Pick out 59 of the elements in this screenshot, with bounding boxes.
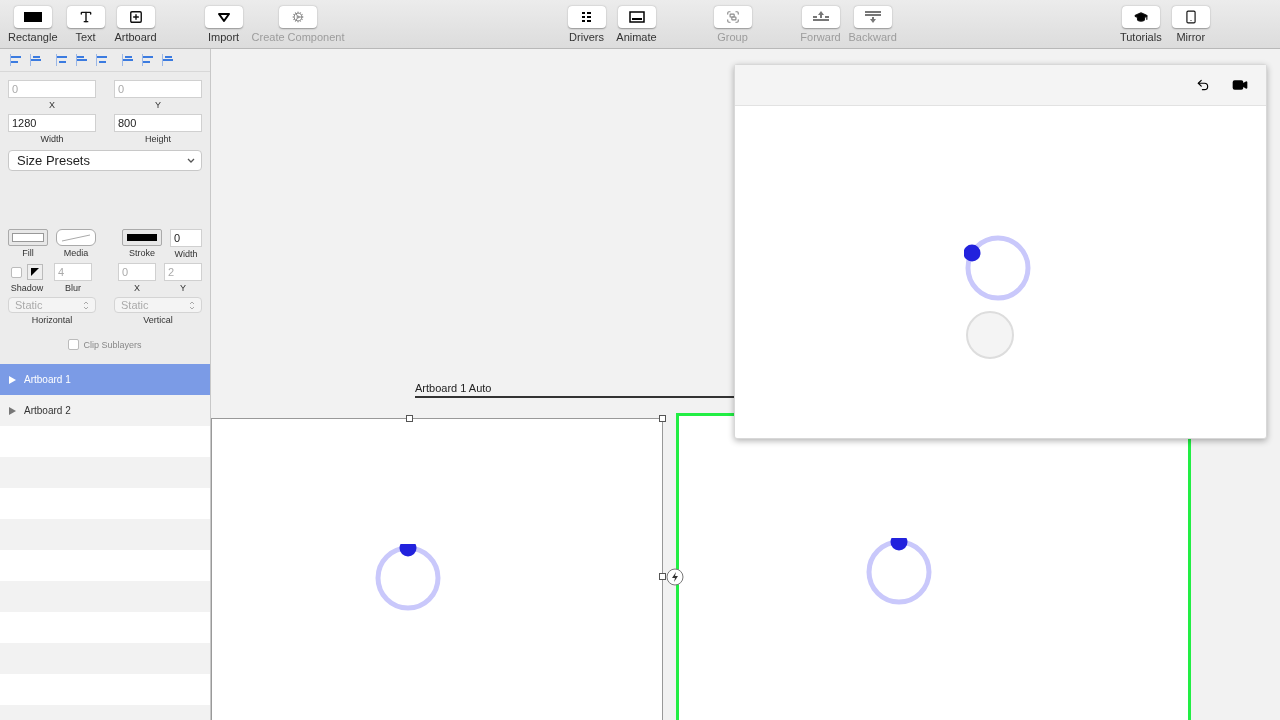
field-label: Width	[40, 134, 64, 144]
align-icon[interactable]	[162, 54, 174, 66]
send-backward-icon	[863, 11, 882, 23]
fill-swatch[interactable]	[8, 229, 48, 246]
selection-handle[interactable]	[659, 573, 666, 580]
stroke-swatch[interactable]	[122, 229, 162, 246]
clip-sublayers-checkbox[interactable]	[68, 339, 80, 350]
field-label: Height	[145, 134, 171, 144]
align-icon[interactable]	[76, 54, 88, 66]
lightning-icon[interactable]	[666, 568, 684, 586]
field-label: Media	[63, 248, 89, 258]
group-icon	[725, 10, 740, 24]
shadow-icon	[27, 264, 43, 280]
screen-icon	[628, 11, 645, 23]
field-label: Shadow	[10, 283, 44, 293]
size-presets-select[interactable]: Size Presets	[8, 150, 202, 171]
layer-name: Artboard 2	[24, 405, 71, 416]
circle-button-drawing	[964, 309, 1016, 361]
size-field[interactable]: 800	[114, 114, 202, 132]
selection-handle[interactable]	[659, 415, 666, 422]
shadow-checkbox[interactable]	[11, 266, 22, 278]
stepper-icon	[189, 300, 195, 310]
text-icon	[78, 10, 93, 24]
checkbox-label: Clip Sublayers	[83, 339, 142, 350]
size-field[interactable]: 1280	[8, 114, 96, 132]
toolbar-button[interactable]: Rectangle	[8, 6, 58, 43]
stepper-icon	[83, 300, 89, 310]
tree-icon	[580, 11, 593, 23]
undo-icon[interactable]	[1196, 78, 1210, 92]
chevron-down-icon	[187, 158, 195, 163]
rectangle-icon	[23, 12, 42, 22]
align-icon[interactable]	[30, 54, 42, 66]
phone-icon	[1183, 10, 1198, 24]
disclosure-triangle-icon[interactable]	[9, 406, 16, 415]
artboard-icon	[128, 10, 143, 24]
layer-name: Artboard 1	[24, 374, 71, 385]
field-label: X	[49, 100, 55, 110]
field-label: Fill	[22, 248, 34, 258]
disclosure-triangle-icon[interactable]	[9, 375, 16, 384]
triangle-icon	[216, 11, 231, 23]
align-icon[interactable]	[142, 54, 154, 66]
video-camera-icon[interactable]	[1232, 77, 1248, 93]
align-icon[interactable]	[56, 54, 68, 66]
stroke-width-field[interactable]: 0	[170, 229, 202, 247]
field-label: Vertical	[143, 315, 173, 325]
bring-forward-icon	[811, 11, 830, 23]
graduation-cap-icon	[1133, 10, 1148, 24]
field-label: Width	[174, 249, 198, 259]
field-label: Y	[180, 283, 186, 293]
align-icon[interactable]	[10, 54, 22, 66]
field-label: Blur	[65, 283, 81, 293]
field-label: X	[134, 283, 140, 293]
align-icon[interactable]	[96, 54, 108, 66]
field-label: Horizontal	[31, 315, 73, 325]
field-label: Y	[155, 100, 161, 110]
align-icon[interactable]	[122, 54, 134, 66]
field-label: Stroke	[129, 248, 155, 258]
selection-handle[interactable]	[406, 415, 413, 422]
media-swatch[interactable]	[56, 229, 96, 246]
